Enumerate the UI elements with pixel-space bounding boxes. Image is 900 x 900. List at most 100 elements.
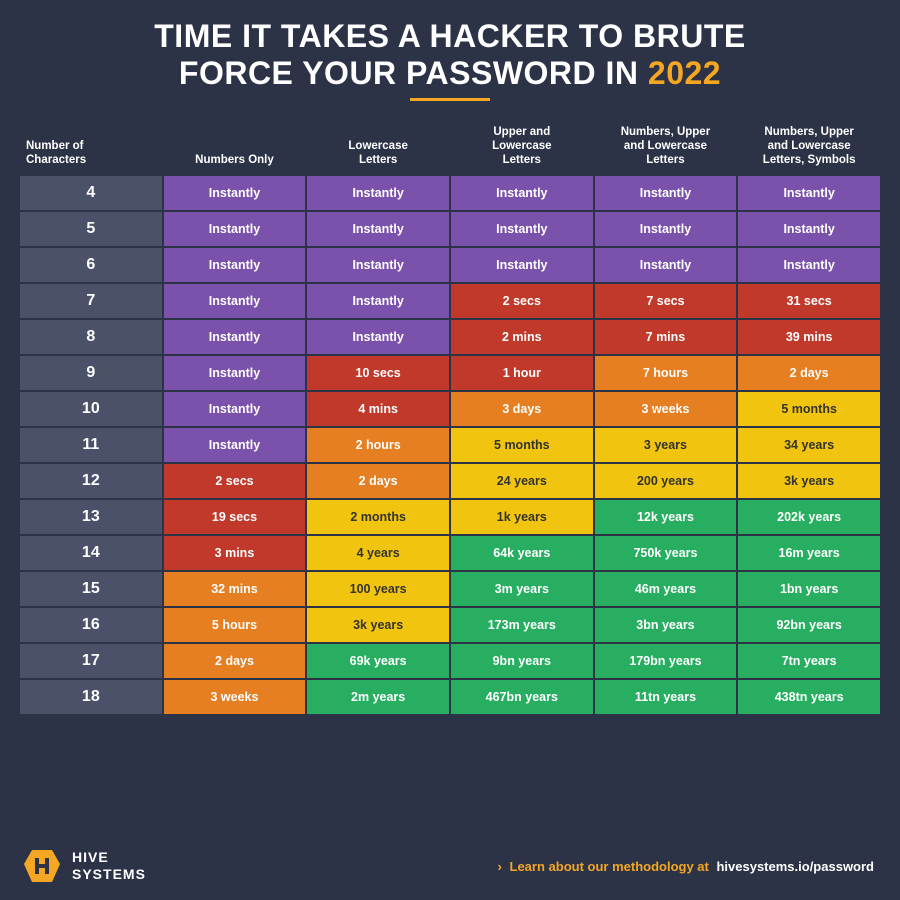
- col-header-numsupperlower: Numbers, Upperand LowercaseLetters: [595, 119, 737, 174]
- cell-value: Instantly: [307, 176, 449, 210]
- cell-value: 2 months: [307, 500, 449, 534]
- logo-section: HIVE SYSTEMS: [22, 846, 146, 886]
- table-row: 172 days69k years9bn years179bn years7tn…: [20, 644, 880, 678]
- table-body: 4InstantlyInstantlyInstantlyInstantlyIns…: [20, 176, 880, 714]
- table-row: 10Instantly4 mins3 days3 weeks5 months: [20, 392, 880, 426]
- cell-value: 64k years: [451, 536, 593, 570]
- cell-value: Instantly: [164, 284, 306, 318]
- cell-value: 4 years: [307, 536, 449, 570]
- cell-value: 3 mins: [164, 536, 306, 570]
- footer-link-text: Learn about our methodology at: [510, 859, 709, 874]
- cell-chars: 6: [20, 248, 162, 282]
- cell-value: 24 years: [451, 464, 593, 498]
- table-row: 6InstantlyInstantlyInstantlyInstantlyIns…: [20, 248, 880, 282]
- col-header-upperlower: Upper andLowercaseLetters: [451, 119, 593, 174]
- col-header-lower: LowercaseLetters: [307, 119, 449, 174]
- cell-chars: 7: [20, 284, 162, 318]
- cell-value: 173m years: [451, 608, 593, 642]
- cell-value: 2 secs: [164, 464, 306, 498]
- table-row: 183 weeks2m years467bn years11tn years43…: [20, 680, 880, 714]
- cell-value: Instantly: [738, 212, 880, 246]
- table-row: 1319 secs2 months1k years12k years202k y…: [20, 500, 880, 534]
- cell-chars: 14: [20, 536, 162, 570]
- cell-value: 179bn years: [595, 644, 737, 678]
- cell-value: 7 hours: [595, 356, 737, 390]
- cell-value: 3 weeks: [164, 680, 306, 714]
- table-header-row: Number ofCharacters Numbers Only Lowerca…: [20, 119, 880, 174]
- cell-chars: 13: [20, 500, 162, 534]
- logo-text: HIVE SYSTEMS: [72, 849, 146, 883]
- cell-value: 3 years: [595, 428, 737, 462]
- cell-value: Instantly: [164, 176, 306, 210]
- cell-value: 5 hours: [164, 608, 306, 642]
- cell-value: 2m years: [307, 680, 449, 714]
- cell-value: 11tn years: [595, 680, 737, 714]
- cell-value: Instantly: [307, 320, 449, 354]
- col-header-numbers: Numbers Only: [164, 119, 306, 174]
- cell-value: 32 mins: [164, 572, 306, 606]
- cell-value: 5 months: [738, 392, 880, 426]
- cell-value: 39 mins: [738, 320, 880, 354]
- cell-value: 9bn years: [451, 644, 593, 678]
- title-line1: TIME IT TAKES A HACKER TO BRUTE: [18, 18, 882, 55]
- cell-chars: 5: [20, 212, 162, 246]
- cell-value: Instantly: [738, 248, 880, 282]
- cell-value: Instantly: [451, 212, 593, 246]
- table-row: 143 mins4 years64k years750k years16m ye…: [20, 536, 880, 570]
- cell-value: 7 mins: [595, 320, 737, 354]
- cell-value: 12k years: [595, 500, 737, 534]
- cell-value: 3bn years: [595, 608, 737, 642]
- title-divider: [410, 98, 490, 101]
- cell-chars: 11: [20, 428, 162, 462]
- table-wrapper: Number ofCharacters Numbers Only Lowerca…: [18, 117, 882, 832]
- cell-chars: 16: [20, 608, 162, 642]
- cell-chars: 9: [20, 356, 162, 390]
- footer-url: hivesystems.io/password: [716, 859, 874, 874]
- cell-value: 5 months: [451, 428, 593, 462]
- cell-chars: 10: [20, 392, 162, 426]
- cell-value: 1 hour: [451, 356, 593, 390]
- cell-value: 16m years: [738, 536, 880, 570]
- cell-chars: 18: [20, 680, 162, 714]
- cell-value: Instantly: [307, 212, 449, 246]
- table-row: 1532 mins100 years3m years46m years1bn y…: [20, 572, 880, 606]
- cell-value: 202k years: [738, 500, 880, 534]
- cell-value: 7tn years: [738, 644, 880, 678]
- title-line2: FORCE YOUR PASSWORD IN 2022: [18, 55, 882, 92]
- title-section: TIME IT TAKES A HACKER TO BRUTE FORCE YO…: [18, 18, 882, 109]
- cell-value: Instantly: [595, 176, 737, 210]
- cell-value: 2 days: [307, 464, 449, 498]
- cell-value: Instantly: [595, 248, 737, 282]
- cell-value: Instantly: [595, 212, 737, 246]
- cell-value: 69k years: [307, 644, 449, 678]
- cell-value: Instantly: [164, 212, 306, 246]
- footer: HIVE SYSTEMS › Learn about our methodolo…: [18, 838, 882, 888]
- cell-value: 19 secs: [164, 500, 306, 534]
- cell-value: Instantly: [164, 356, 306, 390]
- cell-value: 1k years: [451, 500, 593, 534]
- cell-value: 4 mins: [307, 392, 449, 426]
- data-table: Number ofCharacters Numbers Only Lowerca…: [18, 117, 882, 716]
- cell-chars: 8: [20, 320, 162, 354]
- cell-value: 7 secs: [595, 284, 737, 318]
- cell-value: 3 weeks: [595, 392, 737, 426]
- cell-value: 467bn years: [451, 680, 593, 714]
- cell-value: 46m years: [595, 572, 737, 606]
- cell-value: Instantly: [164, 248, 306, 282]
- col-header-chars: Number ofCharacters: [20, 119, 162, 174]
- footer-link: › Learn about our methodology at hivesys…: [498, 859, 878, 874]
- cell-chars: 15: [20, 572, 162, 606]
- cell-value: 438tn years: [738, 680, 880, 714]
- cell-value: 2 hours: [307, 428, 449, 462]
- cell-value: Instantly: [164, 392, 306, 426]
- cell-chars: 17: [20, 644, 162, 678]
- cell-value: 3 days: [451, 392, 593, 426]
- cell-value: Instantly: [451, 248, 593, 282]
- cell-value: Instantly: [164, 320, 306, 354]
- cell-value: 100 years: [307, 572, 449, 606]
- cell-value: 1bn years: [738, 572, 880, 606]
- table-row: 7InstantlyInstantly2 secs7 secs31 secs: [20, 284, 880, 318]
- cell-value: 2 days: [738, 356, 880, 390]
- cell-value: 31 secs: [738, 284, 880, 318]
- cell-value: 34 years: [738, 428, 880, 462]
